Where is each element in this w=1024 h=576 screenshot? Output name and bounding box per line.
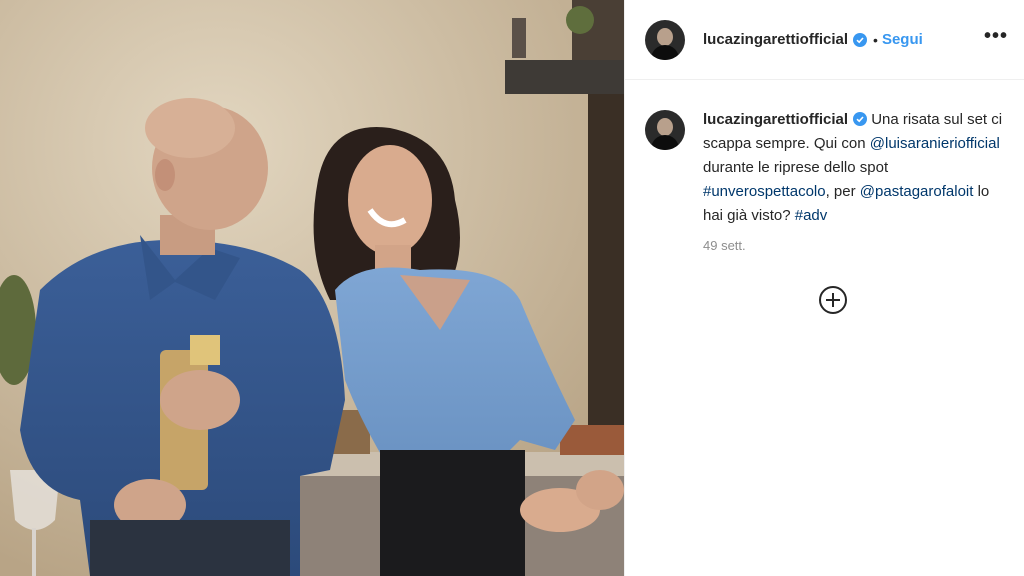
verified-badge-icon <box>853 32 868 47</box>
caption-username[interactable]: lucazingarettiofficial <box>703 111 848 128</box>
post-sidebar: lucazingarettiofficial • Segui ••• lucaz… <box>624 0 1024 576</box>
follow-button[interactable]: Segui <box>882 31 923 48</box>
more-options-icon[interactable]: ••• <box>984 26 1008 54</box>
separator-dot: • <box>873 31 878 48</box>
post-header: lucazingarettiofficial • Segui ••• <box>625 0 1024 80</box>
post-photo[interactable] <box>0 0 624 576</box>
plus-circle-icon[interactable] <box>818 285 848 315</box>
header-username[interactable]: lucazingarettiofficial <box>703 31 848 48</box>
caption-part: , per <box>825 183 860 200</box>
avatar[interactable] <box>645 19 685 60</box>
caption-avatar[interactable] <box>645 110 685 150</box>
hashtag-link[interactable]: #adv <box>795 207 828 224</box>
caption-part: durante le riprese dello spot <box>703 159 889 176</box>
caption-text: lucazingarettiofficial Una risata sul se… <box>703 108 1003 228</box>
timestamp[interactable]: 49 sett. <box>703 238 1024 253</box>
mention-link[interactable]: @luisaranieriofficial <box>870 135 1000 152</box>
photo-illustration <box>0 0 624 576</box>
hashtag-link[interactable]: #unverospettacolo <box>703 183 826 200</box>
caption-block: lucazingarettiofficial Una risata sul se… <box>625 80 1024 228</box>
verified-badge-icon <box>853 112 868 126</box>
mention-link[interactable]: @pastagarofaloit <box>860 183 974 200</box>
